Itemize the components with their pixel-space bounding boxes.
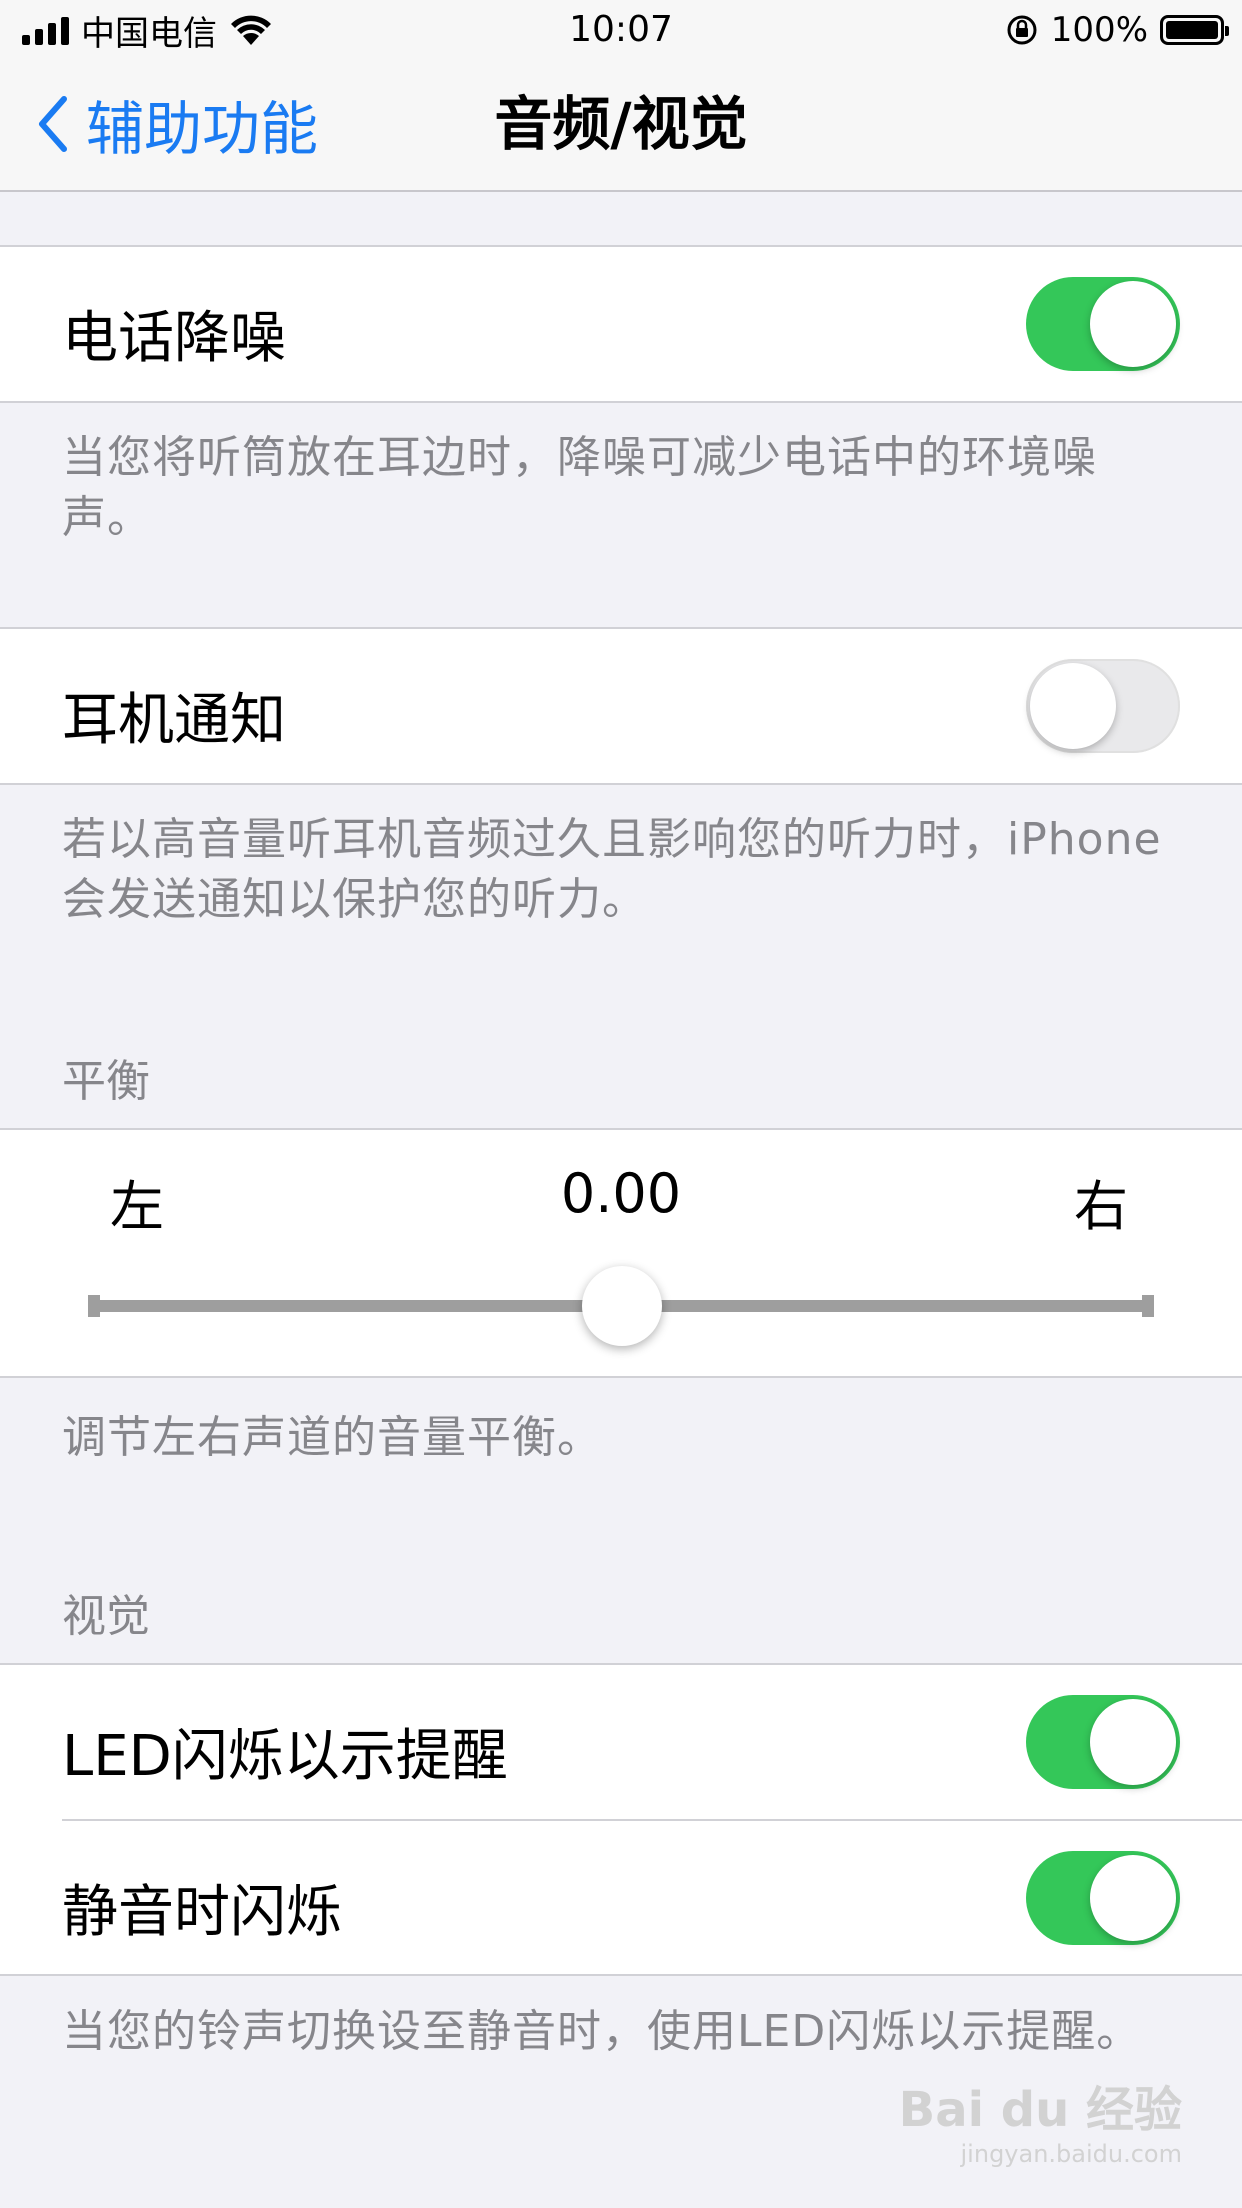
status-bar: 中国电信 10:07 100% — [0, 0, 1242, 62]
balance-value: 0.00 — [560, 1162, 682, 1225]
visual-footer: 当您的铃声切换设至静音时，使用LED闪烁以示提醒。 — [62, 2006, 1142, 2057]
toggle-knob — [1090, 1855, 1176, 1941]
status-right: 100% — [1005, 8, 1229, 52]
baidu-watermark: Bai du 经验 jingyan.baidu.com — [899, 2070, 1182, 2168]
flash-silent-toggle[interactable] — [1026, 1851, 1180, 1945]
visual-header: 视觉 — [62, 1591, 150, 1642]
navigation-bar: 辅助功能 音频/视觉 — [0, 62, 1242, 192]
headphone-notify-label: 耳机通知 — [62, 688, 286, 753]
headphone-notify-toggle[interactable] — [1026, 659, 1180, 753]
phone-noise-toggle[interactable] — [1026, 277, 1180, 371]
visual-group: LED闪烁以示提醒 静音时闪烁 — [0, 1663, 1242, 1976]
balance-header: 平衡 — [62, 1056, 150, 1107]
headphone-notify-footer: 若以高音量听耳机音频过久且影响您的听力时，iPhone会发送通知以保护您的听力。 — [62, 814, 1162, 925]
balance-footer: 调节左右声道的音量平衡。 — [62, 1412, 602, 1463]
orientation-lock-icon — [1007, 15, 1037, 45]
headphone-notify-row: 耳机通知 — [0, 627, 1242, 785]
row-divider — [62, 1819, 1242, 1821]
led-flash-label: LED闪烁以示提醒 — [62, 1724, 508, 1789]
page-title: 音频/视觉 — [494, 90, 748, 158]
toggle-knob — [1030, 663, 1116, 749]
phone-noise-label: 电话降噪 — [62, 306, 286, 371]
watermark-url: jingyan.baidu.com — [960, 2140, 1182, 2168]
watermark-logo-text: Bai du 经验 — [898, 2082, 1182, 2138]
led-flash-toggle[interactable] — [1026, 1695, 1180, 1789]
balance-right-label: 右 — [1074, 1175, 1128, 1238]
toggle-knob — [1090, 1699, 1176, 1785]
phone-noise-footer: 当您将听筒放在耳边时，降噪可减少电话中的环境噪声。 — [62, 432, 1097, 543]
flash-silent-label: 静音时闪烁 — [62, 1880, 342, 1945]
slider-right-end — [1142, 1295, 1154, 1317]
phone-noise-row: 电话降噪 — [0, 245, 1242, 403]
battery-percent: 100% — [1050, 10, 1148, 50]
balance-slider-thumb[interactable] — [582, 1266, 662, 1346]
toggle-knob — [1090, 281, 1176, 367]
battery-icon — [1160, 15, 1229, 45]
